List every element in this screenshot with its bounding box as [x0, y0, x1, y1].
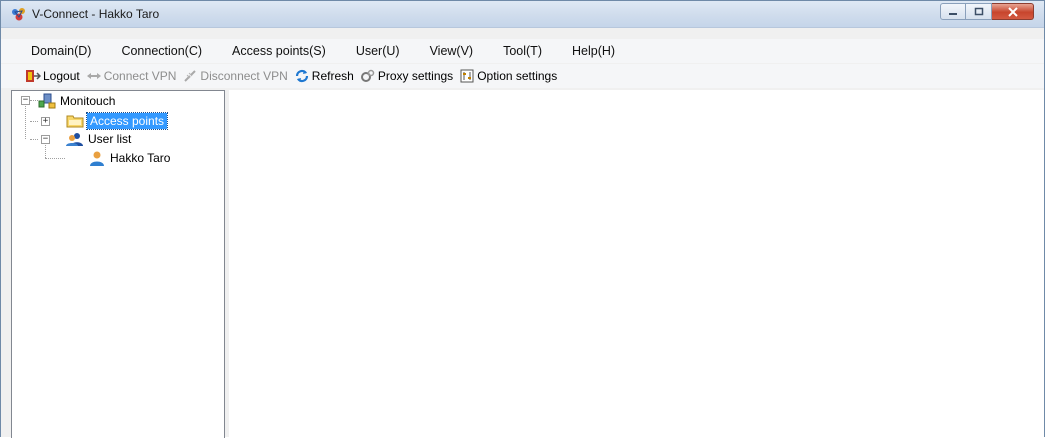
app-window: V-Connect - Hakko Taro Domain(D) Connect… — [0, 0, 1045, 438]
tree-node-root[interactable]: Monitouch — [38, 92, 115, 110]
connect-vpn-icon — [86, 73, 101, 79]
network-root-icon — [38, 93, 56, 109]
proxy-settings-button[interactable]: Proxy settings — [360, 69, 453, 83]
tree-line — [30, 121, 38, 123]
window-title: V-Connect - Hakko Taro — [32, 7, 160, 21]
logout-icon — [26, 70, 41, 82]
menu-tool[interactable]: Tool(T) — [503, 44, 552, 58]
tree-label-root: Monitouch — [60, 94, 116, 108]
option-settings-label: Option settings — [477, 69, 558, 83]
menu-connection[interactable]: Connection(C) — [121, 44, 212, 58]
close-icon — [1007, 6, 1018, 17]
user-icon — [90, 151, 104, 166]
tree-node-user[interactable]: Hakko Taro — [88, 149, 170, 167]
tree-line — [30, 100, 38, 102]
tree-line — [30, 139, 38, 141]
proxy-settings-label: Proxy settings — [377, 69, 454, 83]
toolbar: Logout Connect VPN Disconnect VPN Refres… — [1, 64, 1044, 88]
window-controls — [940, 3, 1034, 21]
content-panel[interactable] — [229, 90, 1044, 438]
menu-help[interactable]: Help(H) — [572, 44, 625, 58]
tree-panel[interactable]: − Monitouch + Access points − User list … — [11, 90, 225, 438]
title-bar[interactable]: V-Connect - Hakko Taro — [1, 1, 1044, 28]
v-connect-app-icon — [12, 8, 25, 21]
tree-line — [45, 158, 65, 160]
maximize-button[interactable] — [966, 3, 992, 20]
disconnect-vpn-icon — [184, 70, 197, 82]
refresh-label: Refresh — [311, 69, 354, 83]
menu-access-points[interactable]: Access points(S) — [232, 44, 336, 58]
logout-label: Logout — [43, 69, 80, 83]
root-expander[interactable]: − — [21, 96, 30, 105]
disconnect-vpn-label: Disconnect VPN — [200, 69, 288, 83]
tree-line — [25, 101, 27, 139]
user-list-expander[interactable]: − — [41, 135, 50, 144]
connect-vpn-label: Connect VPN — [103, 69, 177, 83]
tree-label-user: Hakko Taro — [110, 151, 171, 165]
tree-label-user-list: User list — [88, 132, 132, 146]
menu-items: Domain(D) Connection(C) Access points(S)… — [1, 39, 1044, 63]
access-points-expander[interactable]: + — [41, 117, 50, 126]
tree-line — [45, 145, 47, 158]
connect-vpn-button[interactable]: Connect VPN — [86, 69, 177, 83]
logout-button[interactable]: Logout — [25, 69, 80, 83]
tree-node-access-points[interactable]: Access points — [66, 112, 169, 130]
menu-view[interactable]: View(V) — [430, 44, 484, 58]
option-settings-icon — [460, 69, 474, 83]
user-group-icon — [66, 133, 83, 146]
close-button[interactable] — [992, 3, 1034, 20]
minimize-button[interactable] — [940, 3, 966, 20]
menu-domain[interactable]: Domain(D) — [31, 44, 101, 58]
disconnect-vpn-button[interactable]: Disconnect VPN — [182, 69, 288, 83]
option-settings-button[interactable]: Option settings — [459, 69, 557, 83]
maximize-icon — [974, 7, 983, 16]
menu-user[interactable]: User(U) — [356, 44, 410, 58]
refresh-button[interactable]: Refresh — [294, 69, 354, 83]
folder-icon — [66, 115, 84, 128]
minimize-icon — [949, 12, 957, 15]
tree-label-access-points: Access points — [85, 112, 169, 130]
proxy-settings-icon — [360, 69, 375, 82]
refresh-icon — [295, 69, 308, 83]
tree-node-user-list[interactable]: User list — [66, 130, 131, 148]
